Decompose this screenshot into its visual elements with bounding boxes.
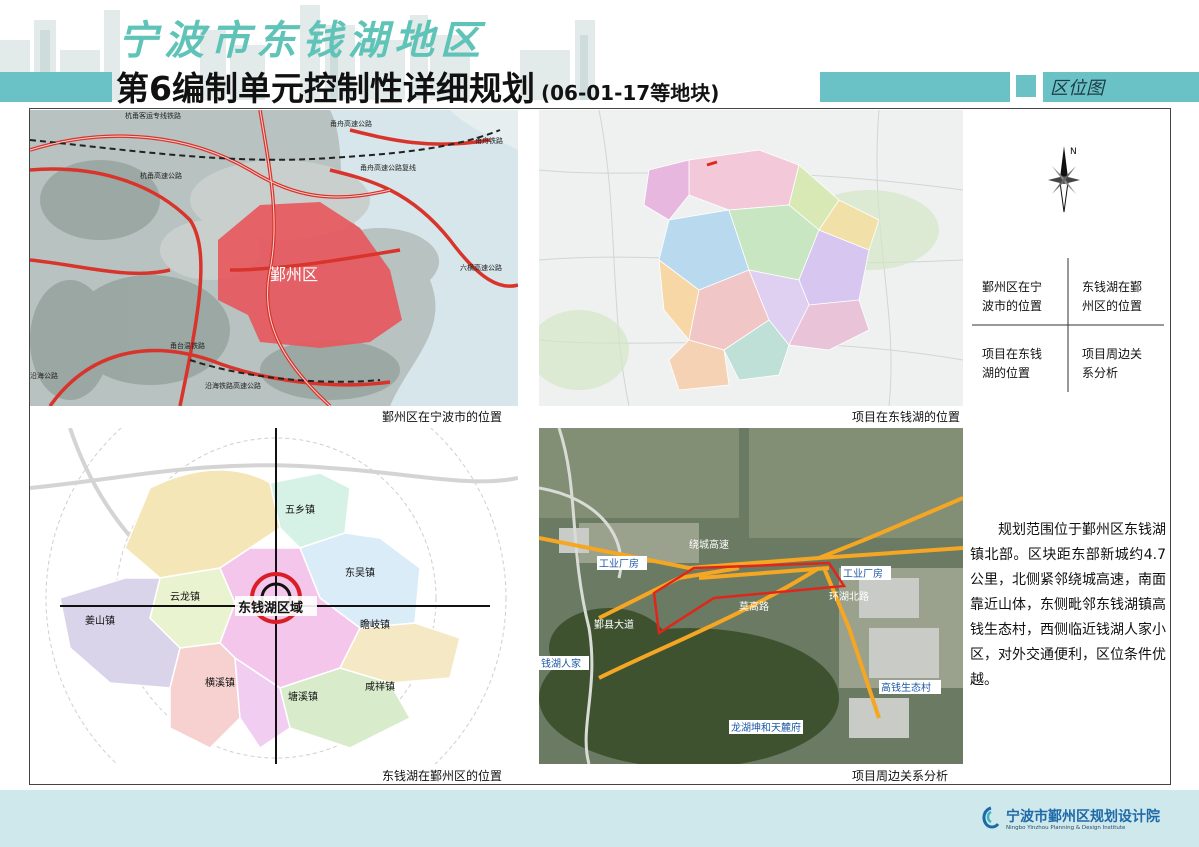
institute-name: 宁波市鄞州区规划设计院 [1006, 809, 1160, 825]
road-label-mogao-road: 莫高路 [739, 600, 769, 613]
satellite-map-graphic: 绕城高速 工业厂房 工业厂房 钱湖人家 高钱生态村 龙湖坤和天麓府 鄞县大道 莫… [539, 428, 963, 764]
page-title-line1: 宁波市东钱湖地区 [118, 17, 486, 64]
road-label-ring-expressway: 绕城高速 [689, 538, 729, 551]
map-surrounding-analysis[interactable]: 绕城高速 工业厂房 工业厂房 钱湖人家 高钱生态村 龙湖坤和天麓府 鄞县大道 莫… [539, 428, 963, 764]
page-title-sub: (06-01-17等地块) [540, 81, 720, 105]
north-label: N [1070, 147, 1077, 157]
town-label: 五乡镇 [285, 503, 315, 516]
road-label-yinxian-avenue: 鄞县大道 [594, 618, 634, 631]
grid-cell-project-in-dongqianhu[interactable]: 项目在东钱 湖的位置 [982, 345, 1042, 383]
map-yinzhou-in-ningbo[interactable]: 鄞州区 杭甬客运专线铁路 甬舟高速公路 甬舟高速公路复线 杭甬高速公路 甬舟铁路… [30, 110, 518, 406]
map-dongqianhu-in-yinzhou[interactable]: 东钱湖区域 五乡镇 东吴镇 云龙镇 姜山镇 瞻岐镇 横溪镇 塘溪镇 咸祥镇 [30, 428, 518, 764]
caption-yinzhou-in-ningbo: 鄞州区在宁波市的位置 [382, 410, 503, 424]
town-label: 塘溪镇 [288, 690, 318, 703]
town-label: 东吴镇 [345, 566, 375, 579]
section-label: 区位图 [1050, 78, 1104, 99]
town-label: 咸祥镇 [365, 680, 395, 693]
town-label: 云龙镇 [170, 590, 200, 603]
caption-project-in-dongqianhu: 项目在东钱湖的位置 [852, 410, 961, 424]
center-label: 东钱湖区域 [238, 600, 303, 616]
road-label-huanhu-north-road: 环湖北路 [829, 590, 869, 603]
location-description: 规划范围位于鄞州区东钱湖镇北部。区块距东部新城约4.7公里，北侧紧邻绕城高速，南… [970, 522, 1166, 688]
grid-cell-yinzhou-in-ningbo[interactable]: 鄞州区在宁 波市的位置 [982, 278, 1042, 316]
grid-cell-dongqianhu-in-yinzhou[interactable]: 东钱湖在鄞 州区的位置 [1082, 278, 1142, 316]
header-accent-square [1016, 75, 1036, 97]
label-industrial-plant: 工业厂房 [599, 557, 639, 570]
svg-text:杭甬高速公路: 杭甬高速公路 [140, 171, 182, 180]
map-project-in-dongqianhu[interactable] [539, 110, 963, 406]
svg-text:甬台温铁路: 甬台温铁路 [170, 341, 205, 350]
dongqianhu-map-graphic [539, 110, 963, 406]
label-gaoqian-eco-village: 高钱生态村 [881, 681, 931, 694]
svg-text:甬舟铁路: 甬舟铁路 [475, 136, 503, 145]
town-label: 瞻岐镇 [360, 618, 390, 631]
svg-text:沿海铁路高速公路: 沿海铁路高速公路 [205, 381, 261, 390]
town-map-graphic: 东钱湖区域 五乡镇 东吴镇 云龙镇 姜山镇 瞻岐镇 横溪镇 塘溪镇 咸祥镇 [30, 428, 518, 764]
svg-text:甬舟高速公路复线: 甬舟高速公路复线 [360, 163, 416, 172]
page-title-line2: 第6编制单元控制性详细规划 (06-01-17等地块) [116, 62, 719, 110]
label-qianhu-renjia: 钱湖人家 [541, 657, 581, 670]
regional-map-graphic: 鄞州区 杭甬客运专线铁路 甬舟高速公路 甬舟高速公路复线 杭甬高速公路 甬舟铁路… [30, 110, 518, 406]
svg-text:杭甬客运专线铁路: 杭甬客运专线铁路 [125, 111, 181, 120]
institute-logo-icon [982, 806, 1000, 829]
header-accent-band [820, 72, 1010, 102]
north-compass-icon: N [1048, 146, 1080, 213]
district-label: 鄞州区 [270, 265, 318, 284]
label-longhu-residence: 龙湖坤和天麓府 [731, 721, 801, 734]
caption-surrounding-analysis: 项目周边关系分析 [852, 769, 949, 783]
town-label: 横溪镇 [205, 676, 235, 689]
grid-cell-surrounding-analysis[interactable]: 项目周边关 系分析 [1082, 345, 1142, 383]
caption-dongqianhu-in-yinzhou: 东钱湖在鄞州区的位置 [382, 769, 503, 783]
svg-text:六横高速公路: 六横高速公路 [460, 263, 502, 272]
svg-text:沿海公路: 沿海公路 [30, 371, 58, 380]
page-title-main: 第6编制单元控制性详细规划 [116, 69, 535, 108]
institute-name-en: Ningbo Yinzhou Planning & Design Institu… [1006, 825, 1126, 831]
label-industrial-plant: 工业厂房 [843, 567, 883, 580]
svg-text:甬舟高速公路: 甬舟高速公路 [330, 119, 372, 128]
header-accent-band [0, 72, 112, 102]
town-label: 姜山镇 [85, 614, 115, 627]
legend-grid: 鄞州区在宁 波市的位置 东钱湖在鄞 州区的位置 项目在东钱 湖的位置 项目周边关… [972, 258, 1164, 392]
